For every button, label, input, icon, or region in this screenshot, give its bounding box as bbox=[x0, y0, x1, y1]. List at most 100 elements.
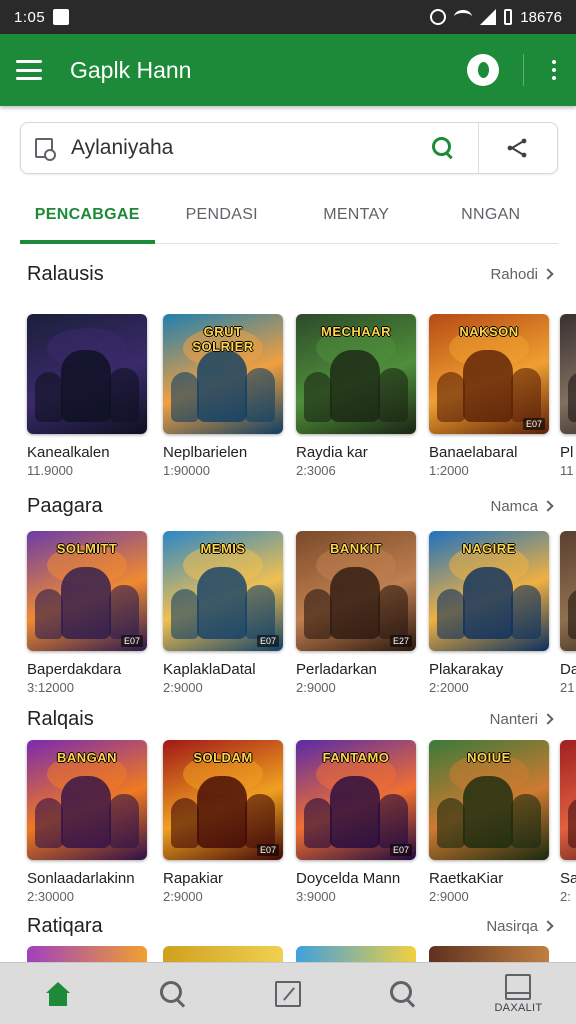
status-time: 1:05 bbox=[14, 8, 46, 26]
game-thumbnail[interactable]: NAGIRE bbox=[429, 531, 549, 651]
game-thumbnail[interactable]: NAKSON E07 bbox=[429, 314, 549, 434]
chevron-right-icon bbox=[542, 920, 554, 932]
search-value: Aylaniyaha bbox=[71, 136, 174, 159]
game-downloads: 2:9000 bbox=[429, 889, 469, 904]
alarm-icon bbox=[430, 9, 447, 25]
game-title: Perladarkan bbox=[296, 661, 377, 678]
game-downloads: 11 bbox=[560, 463, 574, 478]
game-title: Sonlaadarlakinn bbox=[27, 870, 135, 887]
tab-mentay[interactable]: MENTAY bbox=[289, 188, 424, 243]
game-card[interactable]: NAKSON E07 Banaelabaral 1:2000 bbox=[429, 314, 549, 478]
search-icon[interactable] bbox=[432, 137, 454, 159]
game-downloads: 2:2000 bbox=[429, 680, 469, 695]
game-thumbnail[interactable]: SOLMITT E07 bbox=[27, 531, 147, 651]
nav-label: DAXALIT bbox=[494, 1001, 543, 1014]
chevron-right-icon bbox=[542, 500, 554, 512]
game-card[interactable]: NAGIRE Plakarakay 2:2000 bbox=[429, 531, 549, 695]
game-title: RaetkaKiar bbox=[429, 870, 504, 887]
game-thumbnail[interactable]: MECHAAR bbox=[296, 314, 416, 434]
game-downloads: 2:3006 bbox=[296, 463, 336, 478]
search-input[interactable]: Aylaniyaha bbox=[21, 123, 479, 173]
game-thumbnail[interactable] bbox=[560, 531, 576, 651]
game-card[interactable]: MEMIS E07 KaplaklaDatal 2:9000 bbox=[163, 531, 283, 695]
section-more-link[interactable]: Namca bbox=[490, 498, 554, 515]
more-options-icon[interactable] bbox=[548, 56, 560, 84]
game-card[interactable]: BANGAN Sonlaadarlakinn 2:30000 bbox=[27, 740, 147, 904]
section-ralausis: Ralausis Rahodi Kanealkalen 11.9000 GRUT S… bbox=[0, 256, 576, 494]
account-avatar[interactable] bbox=[467, 54, 499, 86]
game-thumbnail[interactable]: NOIUE bbox=[429, 740, 549, 860]
tab-nngan[interactable]: NNGAN bbox=[424, 188, 559, 243]
bottom-navigation: DAXALIT bbox=[0, 962, 576, 1024]
game-card[interactable]: SOLDAM E07 Rapakiar 2:9000 bbox=[163, 740, 283, 904]
more-label: Nanteri bbox=[489, 710, 538, 728]
section-title: Paagara bbox=[27, 494, 103, 517]
search-bar: Aylaniyaha bbox=[20, 122, 558, 174]
document-search-icon bbox=[35, 138, 56, 161]
game-card[interactable]: BANKIT E27 Perladarkan 2:9000 bbox=[296, 531, 416, 695]
status-icons: 18676 bbox=[430, 9, 562, 26]
nav-search[interactable] bbox=[115, 963, 230, 1024]
battery-icon bbox=[504, 9, 513, 25]
signal-icon bbox=[480, 9, 497, 25]
chevron-right-icon bbox=[542, 268, 554, 280]
game-card[interactable]: Da 21 bbox=[560, 531, 576, 695]
game-card[interactable]: Pl 11 bbox=[560, 314, 576, 478]
tab-pencabgae[interactable]: PENCABGAE bbox=[20, 188, 155, 244]
nav-home[interactable] bbox=[0, 963, 115, 1024]
game-downloads: 3:12000 bbox=[27, 680, 74, 695]
menu-icon[interactable] bbox=[16, 60, 42, 80]
game-card[interactable]: SOLMITT E07 Baperdakdara 3:12000 bbox=[27, 531, 147, 695]
app-bar: Gaplk Hann bbox=[0, 34, 576, 106]
game-thumbnail[interactable]: GRUT SOLRIER bbox=[163, 314, 283, 434]
tab-bar: PENCABGAE PENDASI MENTAY NNGAN bbox=[20, 188, 558, 244]
game-banner-text: FANTAMO bbox=[322, 750, 390, 765]
game-downloads: 1:90000 bbox=[163, 463, 210, 478]
game-thumbnail[interactable]: BANGAN bbox=[27, 740, 147, 860]
section-paagara: Paagara Namca SOLMITT E07 Baperdakdara 3:12… bbox=[0, 488, 576, 711]
game-downloads: 2:30000 bbox=[27, 889, 74, 904]
status-bar: 1:05 18676 bbox=[0, 0, 576, 34]
game-card[interactable]: Kanealkalen 11.9000 bbox=[27, 314, 147, 478]
section-more-link[interactable]: Rahodi bbox=[490, 266, 554, 283]
game-banner-text: SOLMITT bbox=[56, 541, 118, 556]
age-rating-badge: E07 bbox=[120, 635, 143, 647]
section-more-link[interactable]: Nasirqa bbox=[486, 918, 554, 935]
edit-icon bbox=[275, 980, 301, 1007]
age-rating-badge: E07 bbox=[256, 844, 279, 856]
game-downloads: 1:2000 bbox=[429, 463, 469, 478]
game-title: Rapakiar bbox=[163, 870, 224, 887]
game-banner-text: NOIUE bbox=[467, 750, 511, 765]
game-banner-text: BANGAN bbox=[56, 750, 118, 765]
section-title: Ratiqara bbox=[27, 914, 103, 937]
game-thumbnail[interactable]: MEMIS E07 bbox=[163, 531, 283, 651]
game-card[interactable]: NOIUE RaetkaKiar 2:9000 bbox=[429, 740, 549, 904]
search-icon bbox=[159, 980, 186, 1007]
nav-edit[interactable] bbox=[230, 963, 345, 1024]
game-thumbnail[interactable]: FANTAMO E07 bbox=[296, 740, 416, 860]
game-title: Raydia kar bbox=[296, 444, 368, 461]
game-card[interactable]: Sa 2: bbox=[560, 740, 576, 904]
notification-icon bbox=[53, 9, 70, 25]
section-more-link[interactable]: Nanteri bbox=[489, 710, 554, 728]
game-thumbnail[interactable] bbox=[560, 740, 576, 860]
game-thumbnail[interactable] bbox=[560, 314, 576, 434]
nav-library[interactable]: DAXALIT bbox=[461, 963, 576, 1024]
game-card[interactable]: FANTAMO E07 Doycelda Mann 3:9000 bbox=[296, 740, 416, 904]
game-thumbnail[interactable]: BANKIT E27 bbox=[296, 531, 416, 651]
game-banner-text: SOLDAM bbox=[193, 750, 253, 765]
nav-search-2[interactable] bbox=[346, 963, 461, 1024]
card-row: BANGAN Sonlaadarlakinn 2:30000 SOLDAM E07 Rap… bbox=[0, 740, 576, 920]
game-title: Pl bbox=[560, 444, 574, 461]
age-rating-badge: E07 bbox=[522, 418, 545, 430]
section-title: Ralausis bbox=[27, 262, 104, 285]
share-icon[interactable] bbox=[479, 123, 557, 173]
section-ratiqara: Ratiqara Nasirqa bbox=[0, 908, 576, 966]
tab-pendasi[interactable]: PENDASI bbox=[155, 188, 290, 243]
game-banner-text: NAGIRE bbox=[462, 541, 516, 556]
game-card[interactable]: MECHAAR Raydia kar 2:3006 bbox=[296, 314, 416, 478]
game-thumbnail[interactable]: SOLDAM E07 bbox=[163, 740, 283, 860]
game-thumbnail[interactable] bbox=[27, 314, 147, 434]
game-downloads: 11.9000 bbox=[27, 463, 74, 478]
game-card[interactable]: GRUT SOLRIER Neplbarielen 1:90000 bbox=[163, 314, 283, 478]
